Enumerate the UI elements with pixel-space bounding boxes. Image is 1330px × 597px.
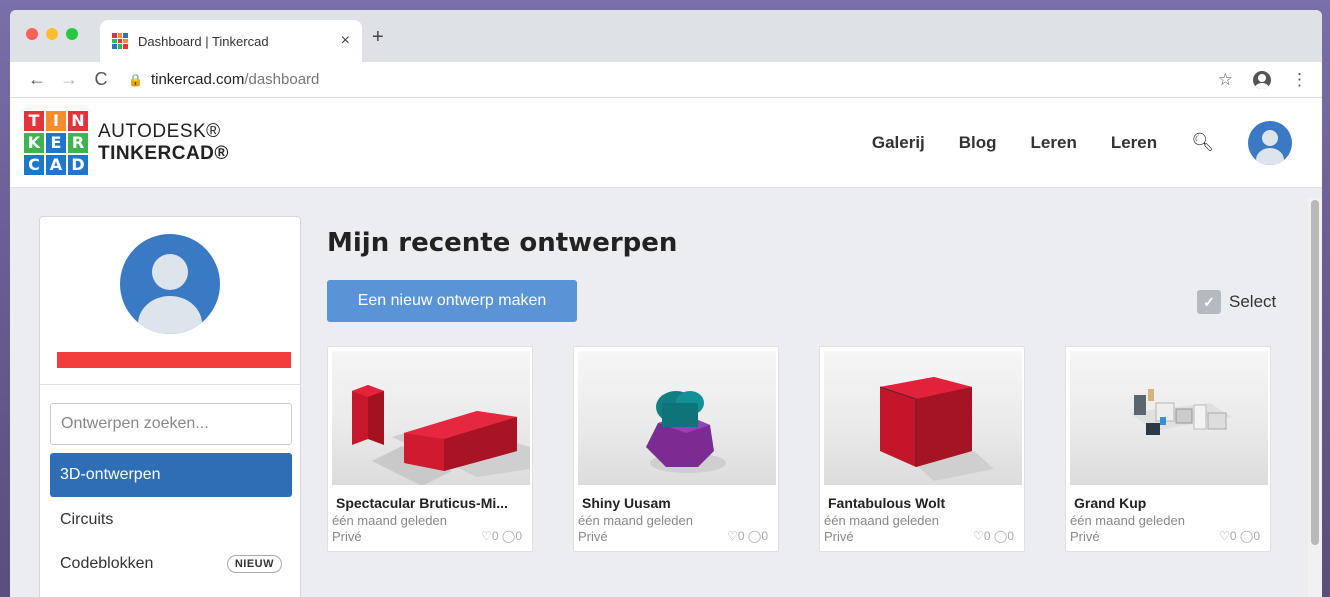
design-thumbnail[interactable]: [824, 351, 1022, 485]
brand-tinkercad: TINKERCAD®: [98, 142, 229, 164]
minimize-window-button[interactable]: [46, 28, 58, 40]
url-field[interactable]: 🔒 tinkercad.com/dashboard: [128, 71, 1218, 88]
sidebar-divider: [40, 384, 300, 385]
menu-kebab-icon[interactable]: ⋮: [1291, 70, 1308, 90]
site-header: T I N K E R C A D AUTODESK® TINKERCAD® G…: [10, 98, 1322, 188]
sidebar-item-codeblocks[interactable]: Codeblokken NIEUW: [50, 542, 292, 586]
design-date: één maand geleden: [824, 513, 939, 528]
logo-letter: R: [68, 132, 88, 153]
scrollbar-thumb[interactable]: [1311, 200, 1319, 545]
logo-letter: C: [24, 154, 44, 175]
design-card[interactable]: Grand Kup één maand geleden Privé ♡0 ◯0: [1065, 346, 1271, 552]
design-date: één maand geleden: [332, 513, 447, 528]
design-title[interactable]: Grand Kup: [1074, 495, 1146, 511]
design-stats: ♡0 ◯0: [1219, 529, 1260, 543]
page-scrollbar[interactable]: [1308, 198, 1322, 597]
top-nav: Galerij Blog Leren Leren 🔍︎: [872, 120, 1292, 165]
account-icon[interactable]: [1253, 70, 1271, 89]
url-path: /dashboard: [244, 71, 320, 88]
design-thumbnail[interactable]: [332, 351, 530, 485]
design-thumbnail[interactable]: [1070, 351, 1268, 485]
tinkercad-favicon-icon: [112, 33, 128, 49]
maximize-window-button[interactable]: [66, 28, 78, 40]
design-privacy: Privé: [1070, 529, 1100, 544]
url-domain: tinkercad.com: [150, 71, 245, 88]
design-stats: ♡0 ◯0: [481, 529, 522, 543]
close-window-button[interactable]: [26, 28, 38, 40]
logo-letter: A: [46, 154, 66, 175]
sidebar-item-3d-designs[interactable]: 3D-ontwerpen: [50, 453, 292, 497]
back-arrow-icon[interactable]: ←: [24, 69, 50, 90]
logo-letter: T: [24, 110, 44, 131]
browser-tab[interactable]: Dashboard | Tinkercad ×: [100, 20, 362, 62]
nav-leren-2[interactable]: Leren: [1111, 133, 1157, 153]
design-thumbnail[interactable]: [578, 351, 776, 485]
design-card[interactable]: Fantabulous Wolt één maand geleden Privé…: [819, 346, 1025, 552]
address-bar: ← → C 🔒 tinkercad.com/dashboard ☆ ⋮: [10, 62, 1322, 98]
profile-sidebar: 3D-ontwerpen Circuits Codeblokken NIEUW: [39, 216, 301, 597]
select-toggle[interactable]: ✓ Select: [1197, 290, 1276, 314]
browser-window: Dashboard | Tinkercad × + ← → C 🔒 tinker…: [10, 10, 1322, 597]
design-title[interactable]: Fantabulous Wolt: [828, 495, 945, 511]
reload-icon[interactable]: C: [88, 69, 114, 90]
recent-designs-section: Mijn recente ontwerpen Een nieuw ontwerp…: [327, 228, 1322, 552]
design-search-input[interactable]: [50, 403, 292, 445]
nav-blog[interactable]: Blog: [959, 133, 997, 153]
sidebar-item-label: 3D-ontwerpen: [60, 466, 161, 483]
tab-close-icon[interactable]: ×: [341, 32, 350, 50]
sidebar-item-label: Codeblokken: [60, 555, 154, 572]
sidebar-item-circuits[interactable]: Circuits: [50, 498, 292, 542]
design-title[interactable]: Spectacular Bruticus-Mi...: [336, 495, 508, 511]
bookmark-star-icon[interactable]: ☆: [1218, 70, 1233, 90]
design-date: één maand geleden: [578, 513, 693, 528]
design-privacy: Privé: [332, 529, 362, 544]
page-title: Mijn recente ontwerpen: [327, 228, 678, 258]
new-design-button[interactable]: Een nieuw ontwerp maken: [327, 280, 577, 322]
forward-arrow-icon[interactable]: →: [56, 69, 82, 90]
design-title[interactable]: Shiny Uusam: [582, 495, 671, 511]
design-card[interactable]: Spectacular Bruticus-Mi... één maand gel…: [327, 346, 533, 552]
tab-title: Dashboard | Tinkercad: [138, 33, 269, 49]
design-stats: ♡0 ◯0: [727, 529, 768, 543]
logo-letter: E: [46, 132, 66, 153]
lock-icon: 🔒: [128, 72, 143, 87]
user-avatar[interactable]: [1248, 120, 1292, 165]
logo-letter: N: [68, 110, 88, 131]
select-label: Select: [1229, 292, 1277, 311]
design-card-list: Spectacular Bruticus-Mi... één maand gel…: [327, 346, 1271, 552]
design-privacy: Privé: [824, 529, 854, 544]
nav-galerij[interactable]: Galerij: [872, 133, 925, 153]
profile-name-bar: [57, 352, 291, 368]
logo-letter: D: [68, 154, 88, 175]
sidebar-item-label: Circuits: [60, 511, 114, 528]
nav-leren[interactable]: Leren: [1031, 133, 1077, 153]
search-icon[interactable]: 🔍︎: [1191, 132, 1214, 153]
new-tab-button[interactable]: +: [372, 26, 384, 49]
logo-letter: I: [46, 110, 66, 131]
design-privacy: Privé: [578, 529, 608, 544]
tab-strip: Dashboard | Tinkercad × +: [10, 10, 1322, 62]
brand-name: AUTODESK® TINKERCAD®: [98, 121, 229, 165]
design-date: één maand geleden: [1070, 513, 1185, 528]
brand-autodesk: AUTODESK®: [98, 120, 221, 142]
checkbox-icon[interactable]: ✓: [1197, 290, 1221, 314]
logo-letter: K: [24, 132, 44, 153]
profile-avatar[interactable]: [120, 234, 220, 334]
tinkercad-logo[interactable]: T I N K E R C A D: [24, 110, 88, 175]
new-badge: NIEUW: [226, 555, 282, 573]
design-card[interactable]: Shiny Uusam één maand geleden Privé ♡0 ◯…: [573, 346, 779, 552]
dashboard-content: 3D-ontwerpen Circuits Codeblokken NIEUW …: [10, 188, 1322, 597]
design-stats: ♡0 ◯0: [973, 529, 1014, 543]
window-controls: [26, 28, 78, 40]
